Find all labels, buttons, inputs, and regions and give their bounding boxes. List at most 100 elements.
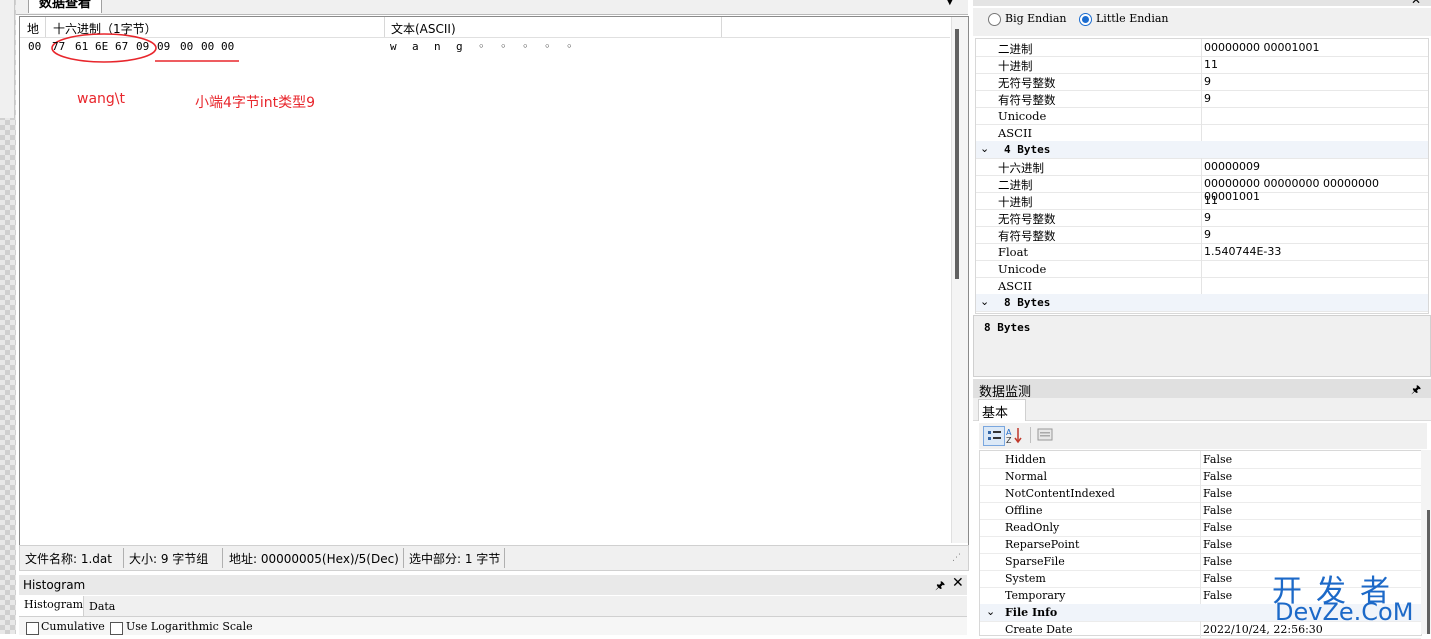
monitor-row[interactable]: ReparsePoint False: [980, 536, 1421, 554]
hex-byte[interactable]: 00: [180, 40, 193, 53]
chevron-down-icon[interactable]: ⌄: [980, 295, 989, 308]
ascii-char[interactable]: n: [434, 40, 441, 53]
monitor-key: Temporary: [1005, 589, 1066, 602]
categorized-view-button[interactable]: [983, 426, 1005, 446]
alphabetical-sort-button[interactable]: A Z: [1005, 426, 1025, 445]
cell-divider: [1201, 107, 1202, 124]
tab-dropdown-icon[interactable]: ▼: [946, 0, 954, 7]
cell-divider: [1201, 39, 1202, 56]
hex-scrollbar-thumb[interactable]: [955, 29, 959, 279]
cell-divider: [1200, 485, 1201, 502]
inspector-key: 4 Bytes: [1004, 143, 1051, 156]
inspector-row[interactable]: 无符号整数 9: [976, 209, 1428, 227]
monitor-row[interactable]: Hidden False: [980, 451, 1421, 469]
status-divider: [123, 548, 124, 568]
inspector-value: 1.540744E-33: [1204, 245, 1282, 258]
log-scale-checkbox[interactable]: [110, 622, 123, 635]
status-selection: 选中部分: 1 字节: [409, 552, 501, 566]
resize-grip-icon[interactable]: ⋰: [952, 553, 961, 563]
inspector-row[interactable]: 十六进制 00000009: [976, 158, 1428, 176]
close-icon[interactable]: ✕: [952, 575, 964, 591]
monitor-row[interactable]: Offline False: [980, 502, 1421, 520]
inspector-row[interactable]: Unicode: [976, 260, 1428, 278]
cumulative-checkbox[interactable]: [26, 622, 39, 635]
pin-icon[interactable]: 🖈: [935, 577, 945, 596]
ascii-char[interactable]: ◦: [566, 40, 573, 53]
ascii-char[interactable]: g: [456, 40, 463, 53]
sort-az-icon: A Z: [1006, 428, 1022, 445]
hex-byte[interactable]: 09: [136, 40, 149, 53]
monitor-row[interactable]: NotContentIndexed False: [980, 485, 1421, 503]
cell-divider: [1201, 73, 1202, 90]
chevron-down-icon[interactable]: ⌄: [986, 605, 995, 618]
hex-byte[interactable]: 6E: [95, 40, 108, 53]
inspector-row[interactable]: 二进制 00000000 00001001: [976, 39, 1428, 57]
hex-byte[interactable]: 61: [75, 40, 88, 53]
tab-histogram[interactable]: Histogram: [19, 596, 84, 616]
ascii-char[interactable]: w: [390, 40, 397, 53]
hex-byte[interactable]: 67: [115, 40, 128, 53]
big-endian-radio[interactable]: [988, 13, 1001, 26]
tab-histogram-label: Histogram: [24, 598, 84, 611]
inspector-key: 二进制: [998, 42, 1033, 56]
inspector-key: Unicode: [998, 262, 1047, 276]
ascii-char[interactable]: a: [412, 40, 419, 53]
inspector-row[interactable]: Unicode: [976, 107, 1428, 125]
inspector-group-row[interactable]: ⌄ 8 Bytes: [976, 294, 1428, 312]
inspector-row[interactable]: ASCII: [976, 124, 1428, 142]
inspector-row[interactable]: 有符号整数 9: [976, 226, 1428, 244]
inspector-key: Float: [998, 245, 1029, 259]
cell-divider: [1200, 553, 1201, 570]
ascii-char[interactable]: ◦: [478, 40, 485, 53]
left-dock-panel: [0, 0, 15, 118]
inspector-title-bar: ✕: [973, 0, 1431, 7]
hex-editor-panel[interactable]: 地 十六进制（1字节） 文本(ASCII) 00 wang\t 小端4字节int…: [19, 16, 969, 546]
close-icon[interactable]: ✕: [1411, 0, 1421, 7]
inspector-row[interactable]: 十进制 11: [976, 56, 1428, 74]
inspector-row[interactable]: 二进制 00000000 00000000 00000000 00001001: [976, 175, 1428, 203]
hex-byte[interactable]: 09: [157, 40, 170, 53]
inspector-key: 无符号整数: [998, 212, 1056, 226]
monitor-row[interactable]: ReadOnly False: [980, 519, 1421, 537]
inspector-row[interactable]: 无符号整数 9: [976, 73, 1428, 91]
hex-byte[interactable]: 00: [221, 40, 234, 53]
inspector-key: ASCII: [998, 126, 1033, 140]
monitor-key: ReadOnly: [1005, 521, 1060, 534]
data-monitor-scrollbar-thumb[interactable]: [1427, 510, 1430, 634]
ascii-char[interactable]: ◦: [544, 40, 551, 53]
chevron-down-icon[interactable]: ⌄: [980, 142, 989, 155]
inspector-group-row[interactable]: ⌄ 4 Bytes: [976, 141, 1428, 159]
inspector-key: Unicode: [998, 109, 1047, 123]
monitor-key: Offline: [1005, 504, 1043, 517]
svg-text:Z: Z: [1006, 436, 1012, 444]
inspector-row[interactable]: Float 1.540744E-33: [976, 243, 1428, 261]
hex-byte[interactable]: 00: [201, 40, 214, 53]
inspector-key: 二进制: [998, 178, 1033, 192]
inspector-value: 9: [1204, 228, 1211, 241]
monitor-value: False: [1203, 521, 1233, 534]
ascii-char[interactable]: ◦: [522, 40, 529, 53]
property-pages-button[interactable]: [1035, 426, 1055, 444]
monitor-row[interactable]: Normal False: [980, 468, 1421, 486]
inspector-value: 11: [1204, 58, 1218, 71]
cell-divider: [1201, 158, 1202, 175]
cell-divider: [1201, 226, 1202, 243]
hex-vertical-scrollbar[interactable]: [951, 17, 968, 543]
inspector-row[interactable]: ASCII: [976, 277, 1428, 295]
tab-data[interactable]: Data: [89, 600, 115, 613]
tab-basic-label: 基本: [982, 406, 1009, 421]
monitor-value: False: [1203, 589, 1233, 602]
monitor-value: False: [1203, 572, 1233, 585]
monitor-key: Hidden: [1005, 453, 1046, 466]
ascii-char[interactable]: ◦: [500, 40, 507, 53]
little-endian-radio[interactable]: [1079, 13, 1092, 26]
tab-data-view[interactable]: 数据查看: [28, 0, 103, 13]
cell-divider: [1201, 260, 1202, 277]
inspector-row[interactable]: 有符号整数 9: [976, 90, 1428, 108]
tab-basic[interactable]: 基本: [978, 399, 1026, 421]
hex-byte[interactable]: 77: [52, 40, 65, 53]
inspector-key: ASCII: [998, 279, 1033, 293]
cell-divider: [1200, 519, 1201, 536]
inspector-row[interactable]: 十进制 11: [976, 192, 1428, 210]
inspector-key: 有符号整数: [998, 229, 1056, 243]
